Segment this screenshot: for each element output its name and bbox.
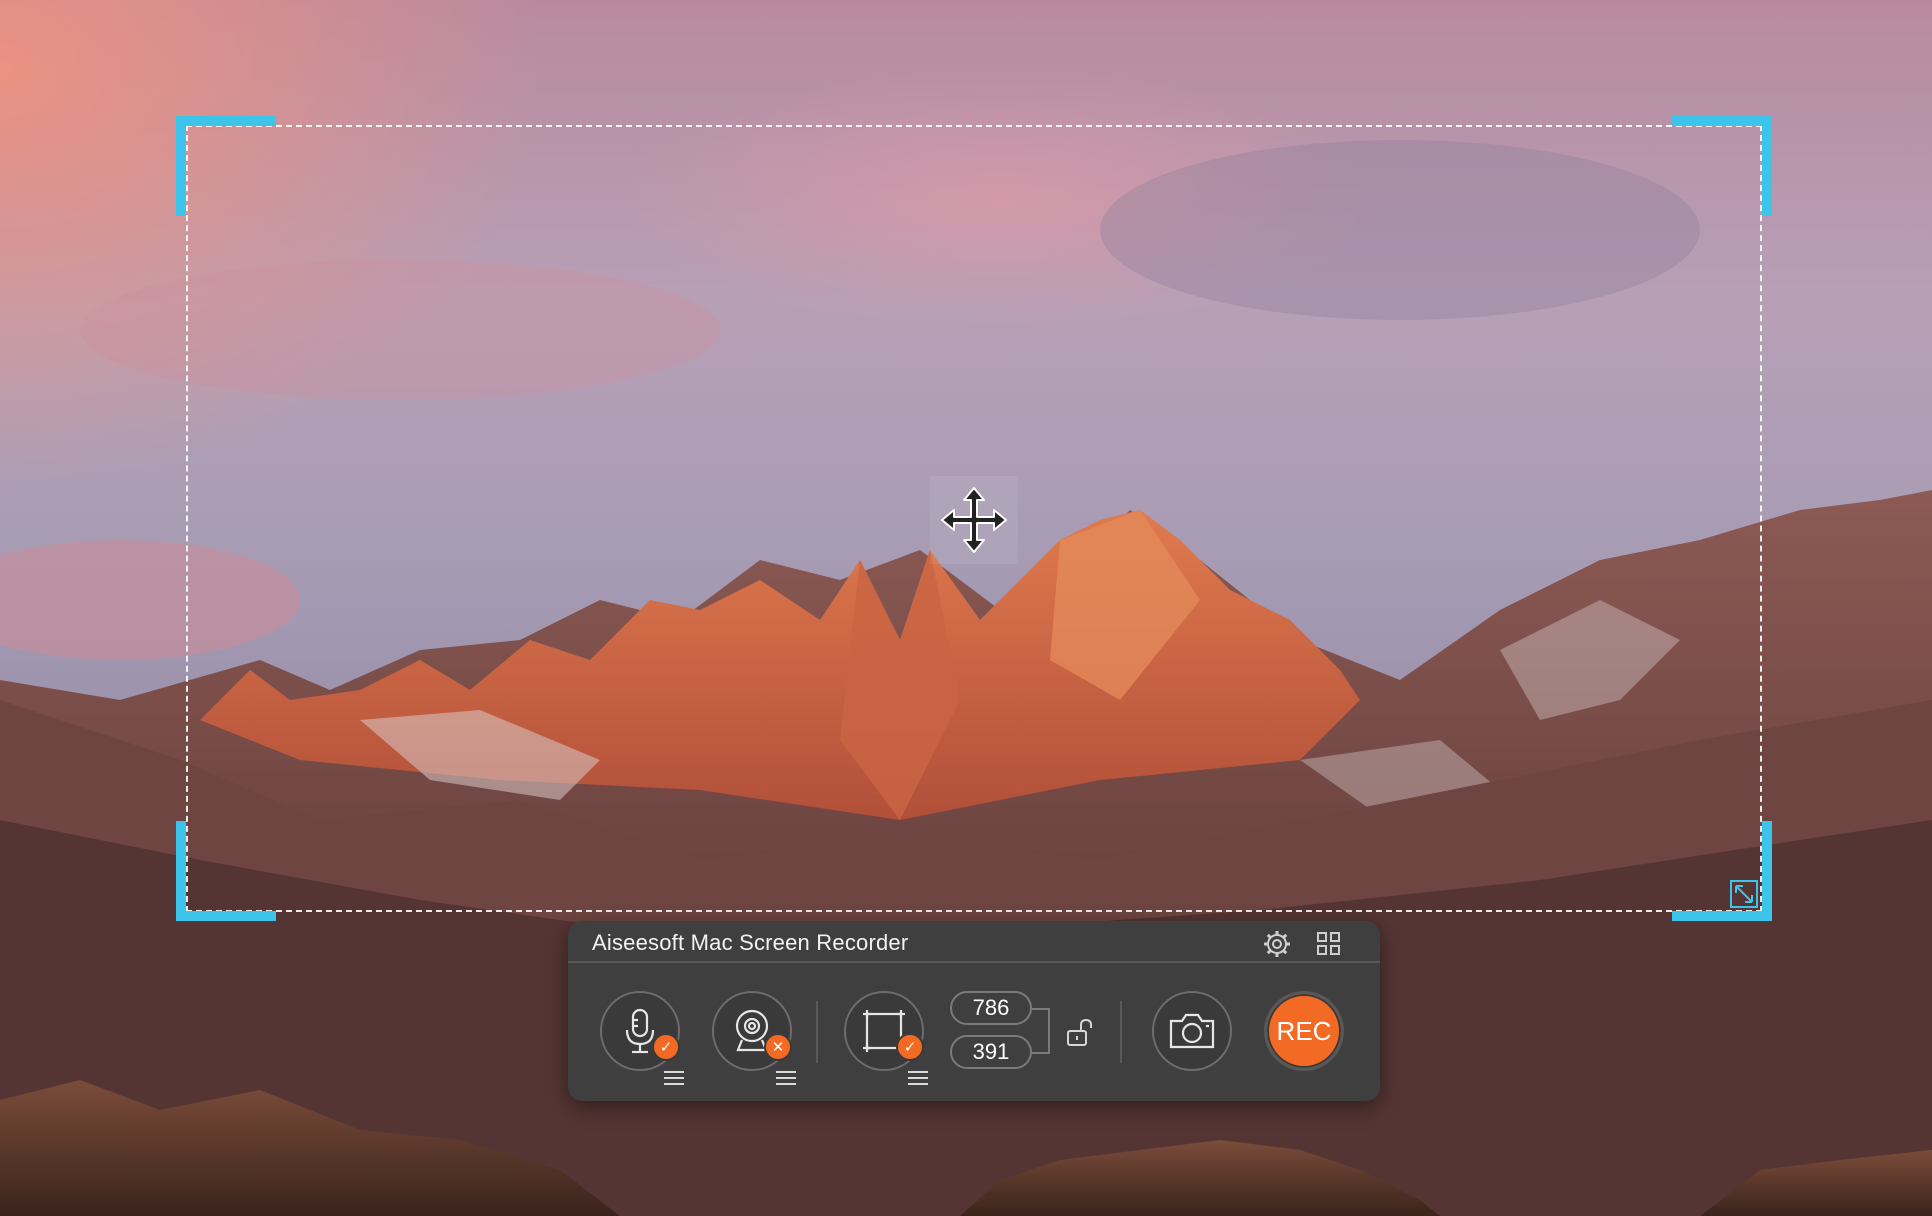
settings-button[interactable] (1262, 929, 1292, 959)
check-icon: ✓ (652, 1033, 680, 1061)
toolbar-header: Aiseesoft Mac Screen Recorder (568, 921, 1380, 963)
webcam-record-button[interactable]: ✕ (712, 991, 792, 1071)
webcam-options-menu-icon[interactable] (776, 1071, 796, 1085)
audio-record-button[interactable]: ✓ (600, 991, 680, 1071)
width-input[interactable]: 786 (950, 991, 1032, 1025)
screenshot-button[interactable] (1152, 991, 1232, 1071)
app-title: Aiseesoft Mac Screen Recorder (592, 930, 909, 955)
selection-corner-bottom-left[interactable] (176, 821, 276, 921)
toolbar-divider (1120, 1001, 1122, 1063)
camera-icon (1169, 1013, 1215, 1049)
desktop: Aiseesoft Mac Screen Recorder ✓ ✕ ✓ 786 … (0, 0, 1932, 1216)
move-handle[interactable] (930, 476, 1018, 564)
gear-icon (1264, 931, 1290, 957)
unlock-icon (1067, 1018, 1092, 1046)
selection-corner-top-left[interactable] (176, 116, 276, 216)
recorder-toolbar: Aiseesoft Mac Screen Recorder ✓ ✕ ✓ 786 … (568, 921, 1380, 1101)
close-icon: ✕ (764, 1033, 792, 1061)
layout-button[interactable] (1314, 929, 1344, 959)
grid-icon (1317, 932, 1340, 955)
region-select-button[interactable]: ✓ (844, 991, 924, 1071)
dimension-link-bracket (1032, 1008, 1050, 1054)
aspect-lock-button[interactable] (1064, 1017, 1096, 1049)
region-options-menu-icon[interactable] (908, 1071, 928, 1085)
resize-icon[interactable] (1730, 880, 1758, 908)
check-icon: ✓ (896, 1033, 924, 1061)
toolbar-divider (816, 1001, 818, 1063)
selection-corner-top-right[interactable] (1672, 116, 1772, 216)
record-button[interactable]: REC (1264, 991, 1344, 1071)
move-icon (941, 487, 1007, 553)
audio-options-menu-icon[interactable] (664, 1071, 684, 1085)
height-input[interactable]: 391 (950, 1035, 1032, 1069)
